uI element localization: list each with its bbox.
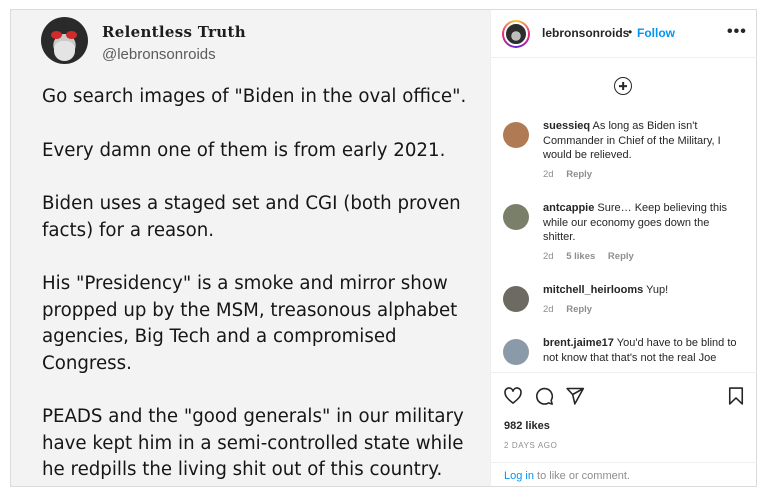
tweet-handle: @lebronsonroids [102, 46, 216, 63]
likes-count[interactable]: 982 likes [504, 420, 550, 432]
more-options-icon[interactable]: ••• [727, 23, 747, 41]
comment-username[interactable]: suessieq [543, 120, 590, 132]
post-timestamp: 2 DAYS AGO [504, 441, 558, 450]
commenter-avatar[interactable] [503, 122, 529, 148]
heart-icon[interactable] [503, 386, 523, 406]
comment-text: Yup! [646, 284, 669, 296]
comment-icon[interactable] [534, 386, 554, 406]
comment-time: 2d [543, 251, 554, 262]
comment-meta: 2d Reply [543, 304, 602, 315]
comment-username[interactable]: brent.jaime17 [543, 337, 614, 349]
comment-meta: 2d Reply [543, 169, 602, 180]
tweet-paragraph: His "Presidency" is a smoke and mirror s… [42, 273, 458, 374]
tweet-paragraph: Every damn one of them is from early 202… [42, 139, 446, 161]
comment-username[interactable]: mitchell_heirlooms [543, 284, 643, 296]
commenter-avatar[interactable] [503, 339, 529, 365]
author-avatar[interactable] [502, 20, 530, 48]
share-icon[interactable] [565, 386, 585, 406]
comment-username[interactable]: antcappie [543, 202, 594, 214]
comment-meta: 2d 5 likes Reply [543, 251, 644, 262]
commenter-avatar[interactable] [503, 204, 529, 230]
post-header: lebronsonroids • Follow ••• [491, 10, 757, 58]
post-dialog: Relentless Truth @lebronsonroids Go sear… [10, 9, 757, 487]
sunglasses-icon [51, 31, 78, 39]
tweet-paragraph: PEADS and the "good generals" in our mil… [42, 406, 464, 480]
post-image: Relentless Truth @lebronsonroids Go sear… [11, 10, 490, 486]
author-username[interactable]: lebronsonroids [542, 26, 629, 40]
comments-list: suessieq As long as Biden isn't Commande… [491, 119, 757, 371]
post-actions: 982 likes 2 DAYS AGO [491, 372, 757, 450]
comment-time: 2d [543, 304, 554, 315]
tweet-body: Go search images of "Biden in the oval o… [42, 84, 482, 486]
reply-button[interactable]: Reply [566, 169, 592, 180]
reply-button[interactable]: Reply [608, 251, 634, 262]
tweet-paragraph: Biden uses a staged set and CGI (both pr… [42, 193, 461, 241]
login-link[interactable]: Log in [504, 470, 534, 482]
comment-likes[interactable]: 5 likes [566, 251, 595, 262]
login-prompt: to like or comment. [533, 470, 630, 482]
login-bar: Log in to like or comment. [491, 462, 757, 487]
add-icon[interactable] [614, 77, 632, 95]
comments-panel: lebronsonroids • Follow ••• suessieq As … [490, 10, 757, 486]
follow-button[interactable]: Follow [637, 26, 675, 40]
commenter-avatar[interactable] [503, 286, 529, 312]
tweet-avatar [41, 17, 88, 64]
bookmark-icon[interactable] [726, 386, 746, 406]
tweet-paragraph: Go search images of "Biden in the oval o… [42, 86, 467, 107]
tweet-display-name: Relentless Truth [102, 23, 246, 41]
comment-time: 2d [543, 169, 554, 180]
separator-dot: • [628, 25, 633, 39]
reply-button[interactable]: Reply [566, 304, 592, 315]
